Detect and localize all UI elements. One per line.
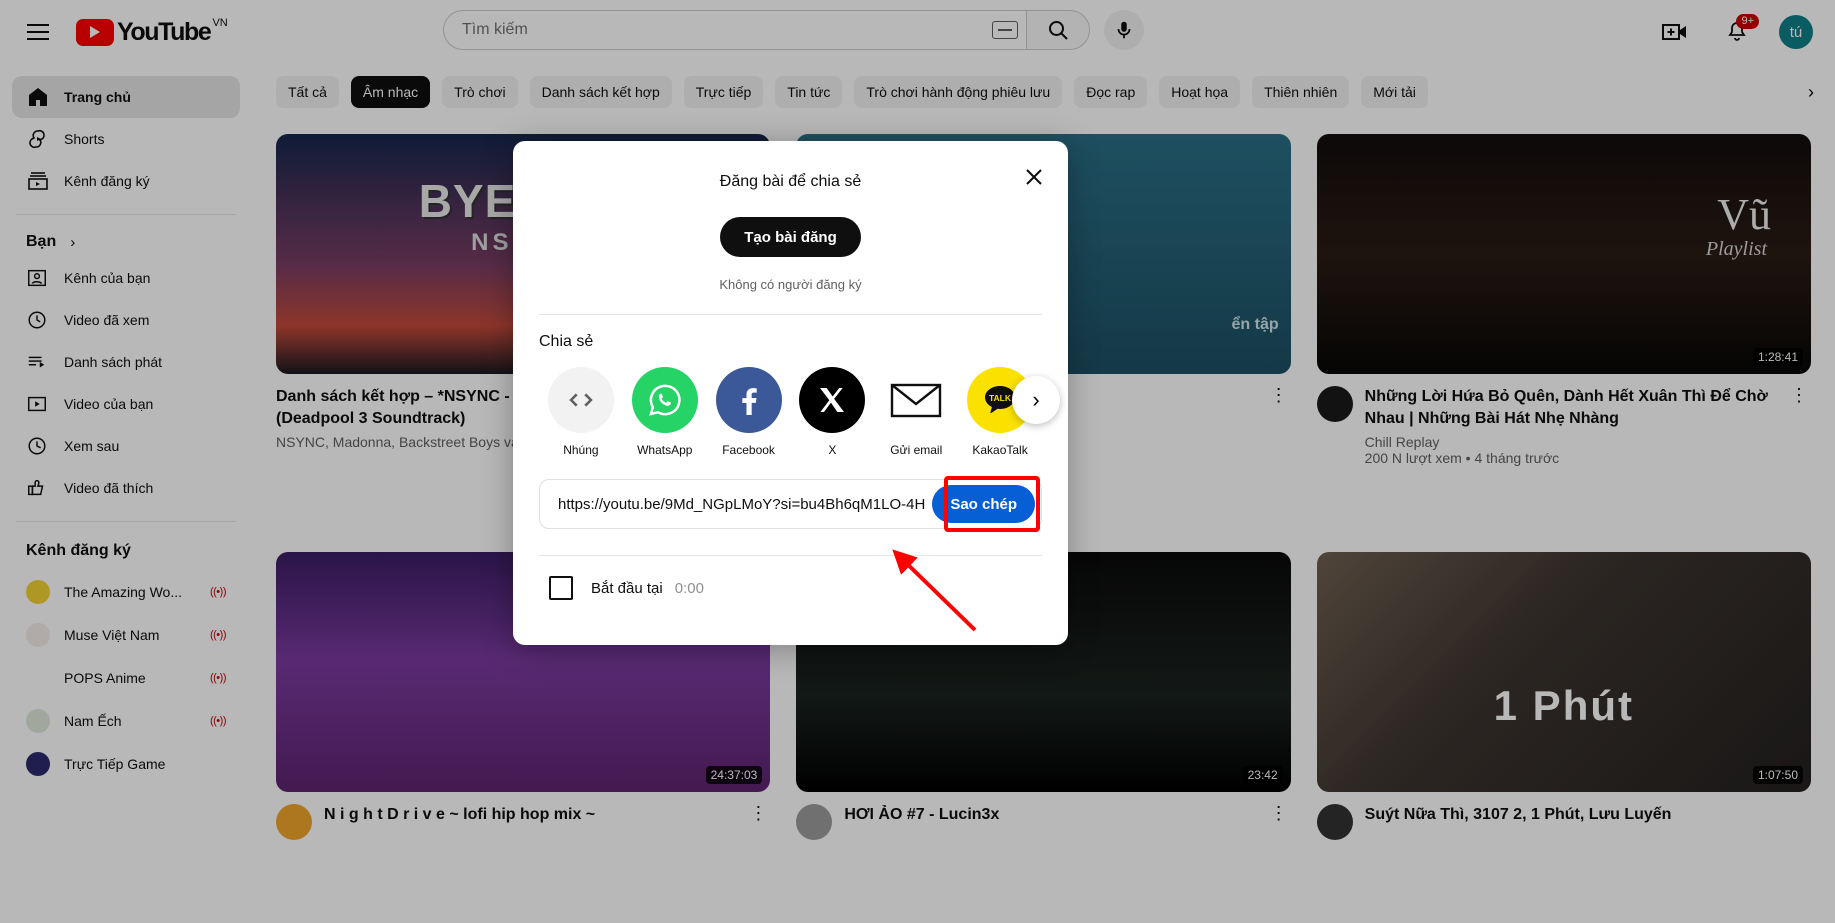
share-targets-next-button[interactable]: › <box>1012 376 1060 424</box>
share-target-label: Nhúng <box>563 443 599 457</box>
share-target-embed[interactable]: Nhúng <box>539 367 623 457</box>
share-target-label: WhatsApp <box>637 443 693 457</box>
copy-button[interactable]: Sao chép <box>932 485 1035 523</box>
svg-text:TALK: TALK <box>989 393 1012 403</box>
close-icon[interactable] <box>1018 161 1050 193</box>
dialog-title: Đăng bài để chia sẻ <box>719 173 862 190</box>
start-at-checkbox[interactable] <box>549 576 573 600</box>
share-target-facebook[interactable]: Facebook <box>707 367 791 457</box>
start-at-label: Bắt đầu tại <box>591 579 663 597</box>
create-post-button[interactable]: Tạo bài đăng <box>720 217 861 257</box>
whatsapp-icon <box>631 367 698 433</box>
share-target-label: Gửi email <box>890 443 943 457</box>
facebook-icon <box>715 367 782 433</box>
embed-code-icon <box>547 367 614 433</box>
share-target-label: KakaoTalk <box>972 443 1028 457</box>
share-target-whatsapp[interactable]: WhatsApp <box>623 367 707 457</box>
share-url-row[interactable]: https://youtu.be/9Md_NGpLMoY?si=bu4Bh6qM… <box>539 476 1042 532</box>
share-targets-row: Nhúng WhatsApp Facebook X Gửi email TALK… <box>539 367 1060 457</box>
divider <box>539 555 1042 556</box>
email-icon <box>883 367 950 433</box>
share-url-text[interactable]: https://youtu.be/9Md_NGpLMoY?si=bu4Bh6qM… <box>558 496 932 513</box>
share-target-label: Facebook <box>722 443 775 457</box>
x-twitter-icon <box>799 367 866 433</box>
start-at-time[interactable]: 0:00 <box>675 580 704 597</box>
no-subscribers-note: Không có người đăng ký <box>719 277 862 292</box>
share-section-label: Chia sẻ <box>539 333 594 350</box>
divider <box>539 314 1042 315</box>
start-at-row: Bắt đầu tại 0:00 <box>539 576 1042 600</box>
share-target-label: X <box>828 443 837 457</box>
share-dialog: Đăng bài để chia sẻ Tạo bài đăng Không c… <box>513 141 1068 645</box>
share-target-email[interactable]: Gửi email <box>874 367 958 457</box>
share-target-x[interactable]: X <box>790 367 874 457</box>
